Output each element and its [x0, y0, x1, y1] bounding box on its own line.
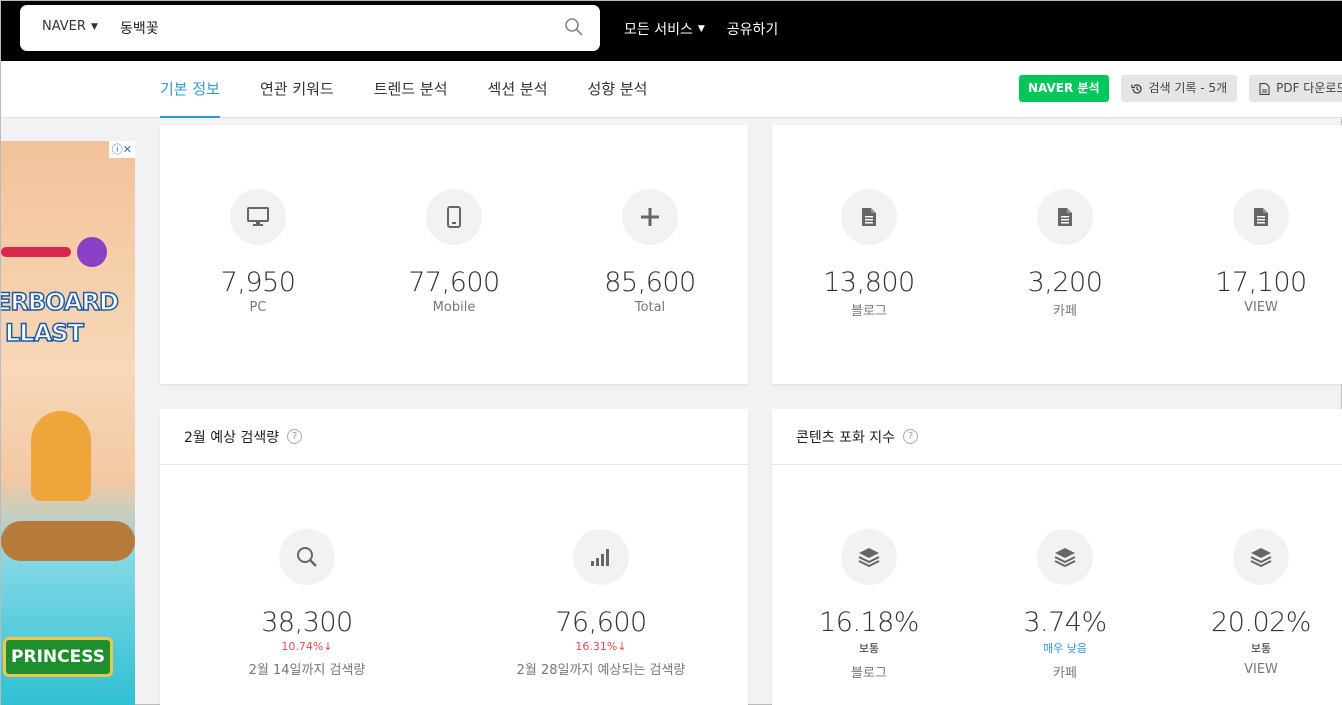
tab-section-analysis[interactable]: 섹션 분석 [488, 61, 548, 118]
all-services-label: 모든 서비스 [624, 22, 693, 38]
chevron-down-icon: ▼ [90, 21, 98, 32]
pdf-download-button[interactable]: PDF 다운로드 [1249, 75, 1342, 102]
ad-raft-image [1, 521, 135, 561]
saturation-view-level: 보통 [1250, 642, 1272, 655]
help-icon[interactable]: ? [287, 429, 303, 444]
document-icon [841, 189, 897, 245]
tab-bar: 기본 정보 연관 키워드 트렌드 분석 섹션 분석 성향 분석 NAVER 분석… [1, 61, 1342, 118]
search-history-label: 검색 기록 - 5개 [1148, 81, 1228, 95]
layers-icon [1037, 529, 1093, 585]
ad-close-icon[interactable]: ⓘ✕ [108, 141, 135, 158]
ad-character-image [31, 411, 91, 501]
stat-view-count: 17,100 VIEW [1176, 189, 1342, 315]
cafe-count-value: 3,200 [1027, 267, 1103, 298]
forecast-current-value: 38,300 [261, 607, 353, 638]
forecast-expected-change: 16.31%↓ [575, 640, 627, 653]
search-volume-card: 7,950 PC 77,600 Mobile 85,600 Total [160, 125, 748, 384]
document-icon [1233, 189, 1289, 245]
chevron-down-icon: ▼ [697, 24, 705, 34]
forecast-expected-value: 76,600 [555, 607, 647, 638]
pc-value: 7,950 [220, 267, 296, 298]
tab-tendency-analysis[interactable]: 성향 분석 [588, 61, 648, 118]
action-buttons: NAVER 분석 검색 기록 - 5개 PDF 다운로드 [1019, 75, 1342, 102]
engine-label: NAVER [42, 19, 86, 34]
saturation-title: 콘텐츠 포화 지수 [796, 429, 896, 446]
pdf-download-label: PDF 다운로드 [1276, 81, 1342, 95]
search-history-button[interactable]: 검색 기록 - 5개 [1120, 75, 1238, 102]
total-label: Total [634, 300, 666, 315]
stat-mobile: 77,600 Mobile [369, 189, 539, 315]
signal-bars-icon [573, 529, 629, 585]
ad-sword-graphic [1, 247, 71, 257]
saturation-cafe-value: 3.74% [1023, 607, 1107, 638]
pc-label: PC [249, 300, 267, 315]
saturation-blog-level: 보통 [858, 642, 880, 655]
forecast-current-label: 2월 14일까지 검색량 [248, 663, 366, 678]
forecast-title: 2월 예상 검색량 [184, 429, 280, 446]
top-nav: 모든 서비스 ▼ 공유하기 [624, 19, 778, 39]
content-count-card: 13,800 블로그 3,200 카페 17,100 VIEW [772, 125, 1342, 384]
saturation-view-label: VIEW [1244, 662, 1278, 677]
saturation-header: 콘텐츠 포화 지수 ? [772, 409, 1342, 465]
cafe-count-label: 카페 [1053, 304, 1077, 319]
stat-forecast-current: 38,300 10.74%↓ 2월 14일까지 검색량 [222, 529, 392, 678]
stat-forecast-expected: 76,600 16.31%↓ 2월 28일까지 예상되는 검색량 [516, 529, 686, 678]
mobile-icon [426, 189, 482, 245]
stat-saturation-cafe: 3.74% 매우 낮음 카페 [980, 529, 1150, 681]
stat-total: 85,600 Total [565, 189, 735, 315]
forecast-card: 2월 예상 검색량 ? 38,300 10.74%↓ 2월 14일까지 검색량 … [160, 409, 748, 705]
forecast-header: 2월 예상 검색량 ? [160, 409, 748, 465]
layers-icon [841, 529, 897, 585]
mobile-value: 77,600 [408, 267, 500, 298]
forecast-expected-label: 2월 28일까지 예상되는 검색량 [516, 663, 686, 678]
saturation-blog-value: 16.18% [819, 607, 919, 638]
blog-count-label: 블로그 [851, 304, 887, 319]
naver-analysis-button[interactable]: NAVER 분석 [1019, 75, 1109, 102]
all-services-menu[interactable]: 모든 서비스 ▼ [624, 19, 705, 39]
history-icon [1130, 83, 1142, 94]
saturation-view-value: 20.02% [1211, 607, 1311, 638]
total-value: 85,600 [604, 267, 696, 298]
monitor-icon [230, 189, 286, 245]
top-bar: NAVER ▼ 동백꽃 모든 서비스 ▼ 공유하기 [1, 1, 1342, 61]
ad-cta-button[interactable]: PRINCESS [3, 637, 113, 677]
tab-basic-info[interactable]: 기본 정보 [160, 61, 220, 118]
search-box[interactable]: NAVER ▼ 동백꽃 [20, 5, 600, 51]
help-icon[interactable]: ? [903, 429, 919, 444]
document-icon [1037, 189, 1093, 245]
ad-devil-icon [77, 237, 107, 267]
share-link[interactable]: 공유하기 [727, 19, 779, 39]
ad-title-line2: LLAST [4, 318, 84, 348]
saturation-blog-label: 블로그 [851, 666, 887, 681]
saturation-cafe-level: 매우 낮음 [1043, 642, 1087, 655]
blog-count-value: 13,800 [823, 267, 915, 298]
engine-select[interactable]: NAVER ▼ [42, 19, 98, 34]
saturation-card: 콘텐츠 포화 지수 ? 16.18% 보통 블로그 3.74% 매우 낮음 카페… [772, 409, 1342, 705]
stat-cafe-count: 3,200 카페 [980, 189, 1150, 319]
plus-icon [622, 189, 678, 245]
layers-icon [1233, 529, 1289, 585]
tab-related-keywords[interactable]: 연관 키워드 [260, 61, 334, 118]
tab-trend-analysis[interactable]: 트렌드 분석 [374, 61, 448, 118]
pdf-icon [1259, 82, 1270, 95]
saturation-cafe-label: 카페 [1053, 666, 1077, 681]
stat-saturation-blog: 16.18% 보통 블로그 [784, 529, 954, 681]
mobile-label: Mobile [432, 300, 476, 315]
search-icon[interactable] [564, 17, 584, 37]
tab-list: 기본 정보 연관 키워드 트렌드 분석 섹션 분석 성향 분석 [160, 61, 647, 118]
view-count-label: VIEW [1244, 300, 1278, 315]
stat-saturation-view: 20.02% 보통 VIEW [1176, 529, 1342, 677]
view-count-value: 17,100 [1215, 267, 1307, 298]
ad-banner[interactable]: ⓘ✕ ERBOARD LLAST PRINCESS [1, 141, 135, 705]
search-icon [279, 529, 335, 585]
stat-blog-count: 13,800 블로그 [784, 189, 954, 319]
ad-title-line1: ERBOARD [1, 287, 120, 317]
forecast-current-change: 10.74%↓ [281, 640, 333, 653]
stat-pc: 7,950 PC [173, 189, 343, 315]
search-input[interactable]: 동백꽃 [120, 18, 159, 38]
